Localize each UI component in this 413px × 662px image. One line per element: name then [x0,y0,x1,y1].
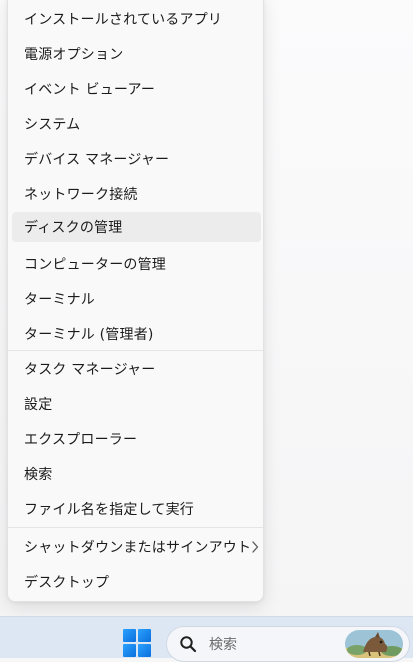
menu-item-installed-apps[interactable]: インストールされているアプリ [12,4,261,34]
menu-item-label: ターミナル (管理者) [24,327,154,343]
menu-item-label: デバイス マネージャー [24,152,170,168]
menu-item-event-viewer[interactable]: イベント ビューアー [12,74,261,104]
menu-item-label: タスク マネージャー [24,362,156,378]
menu-item-power-options[interactable]: 電源オプション [12,39,261,69]
windows-logo-tile [138,629,151,642]
menu-separator [8,527,263,528]
menu-item-label: ネットワーク接続 [24,187,138,203]
chevron-right-icon [251,540,259,554]
menu-item-label: 設定 [24,397,53,413]
taskbar-search-box[interactable]: 検索 [166,626,410,662]
menu-item-disk-management[interactable]: ディスクの管理 [12,212,261,242]
menu-item-shutdown-or-signout[interactable]: シャットダウンまたはサインアウト [12,532,261,562]
menu-item-label: コンピューターの管理 [24,257,166,273]
menu-item-file-explorer[interactable]: エクスプローラー [12,424,261,454]
menu-separator [8,350,263,351]
menu-item-system[interactable]: システム [12,109,261,139]
menu-item-label: イベント ビューアー [24,82,156,98]
menu-item-computer-management[interactable]: コンピューターの管理 [12,249,261,279]
menu-item-terminal-admin[interactable]: ターミナル (管理者) [12,319,261,349]
menu-item-label: インストールされているアプリ [24,12,223,28]
menu-item-run[interactable]: ファイル名を指定して実行 [12,494,261,524]
winx-context-menu: インストールされているアプリ 電源オプション イベント ビューアー システム デ… [7,0,264,602]
menu-item-label: シャットダウンまたはサインアウト [24,540,252,556]
menu-item-settings[interactable]: 設定 [12,389,261,419]
search-placeholder: 検索 [209,637,237,653]
menu-item-label: デスクトップ [24,575,110,591]
menu-item-search[interactable]: 検索 [12,459,261,489]
menu-item-label: 電源オプション [24,47,124,63]
menu-item-label: ターミナル [24,292,95,308]
taskbar: 検索 [0,616,413,662]
menu-item-label: ファイル名を指定して実行 [24,502,194,518]
windows-logo-tile [123,644,136,657]
search-highlight-image [345,630,403,658]
menu-item-network-connections[interactable]: ネットワーク接続 [12,179,261,209]
menu-item-device-manager[interactable]: デバイス マネージャー [12,144,261,174]
menu-item-label: システム [24,117,81,133]
menu-item-label: エクスプローラー [24,432,138,448]
menu-item-label: ディスクの管理 [24,220,123,236]
search-icon [179,635,197,653]
menu-item-terminal[interactable]: ターミナル [12,284,261,314]
windows-logo-tile [123,629,136,642]
menu-item-label: 検索 [24,467,53,483]
windows-logo-tile [138,644,151,657]
menu-item-task-manager[interactable]: タスク マネージャー [12,354,261,384]
windows-logo-icon[interactable] [123,629,151,657]
menu-item-desktop[interactable]: デスクトップ [12,567,261,597]
